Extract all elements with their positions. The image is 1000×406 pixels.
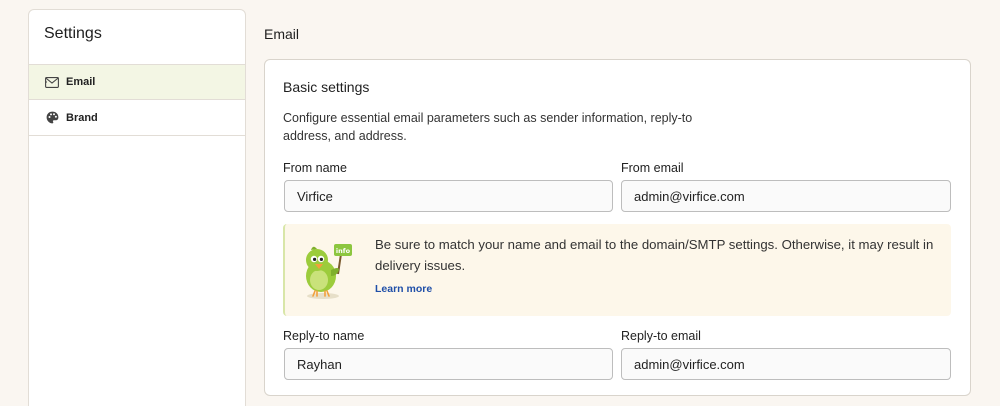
basic-settings-card: Basic settings Configure essential email… [264, 59, 971, 396]
sidebar-item-label: Brand [66, 111, 98, 124]
from-email-label: From email [621, 161, 684, 175]
info-badge-text: info [336, 247, 351, 255]
envelope-icon [45, 75, 59, 89]
reply-to-email-input[interactable] [621, 348, 951, 380]
from-name-input[interactable] [284, 180, 613, 212]
card-title: Basic settings [283, 79, 370, 95]
reply-to-email-label: Reply-to email [621, 329, 701, 343]
sidebar-title: Settings [44, 25, 102, 42]
reply-to-name-input[interactable] [284, 348, 613, 380]
sidebar-item-brand[interactable]: Brand [29, 100, 245, 136]
sidebar-item-email[interactable]: Email [29, 64, 245, 100]
card-description: Configure essential email parameters suc… [283, 111, 693, 143]
reply-to-name-label: Reply-to name [283, 329, 365, 343]
from-name-label: From name [283, 161, 347, 175]
page-title: Email [264, 26, 300, 42]
learn-more-link[interactable]: Learn more [375, 283, 432, 295]
sidebar-item-label: Email [66, 76, 96, 88]
info-banner: info Be sure to match your name and emai… [283, 224, 951, 316]
info-message: Be sure to match your name and email to … [375, 237, 934, 273]
settings-sidebar: Settings Email Brand [28, 9, 246, 406]
bird-mascot-icon: info [297, 240, 359, 302]
from-email-input[interactable] [621, 180, 951, 212]
palette-icon [45, 111, 59, 125]
